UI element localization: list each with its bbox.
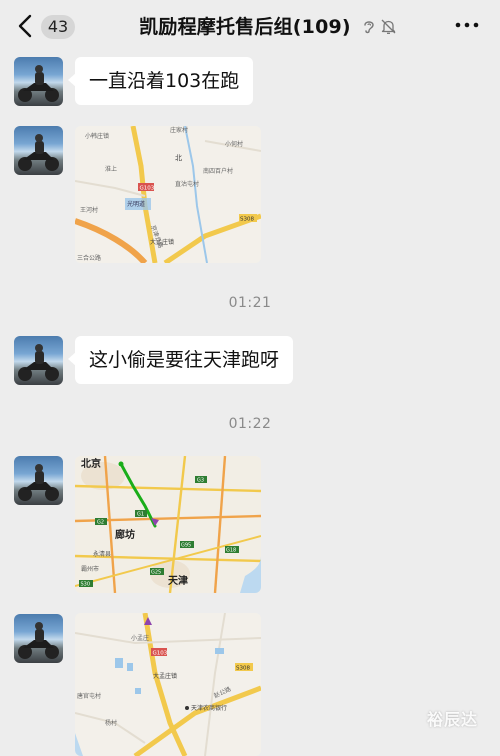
- map-label: 小何村: [225, 140, 243, 148]
- chat-title: 凯励程摩托售后组(109): [139, 16, 351, 38]
- chevron-left-icon[interactable]: [14, 13, 38, 39]
- map-label: 大孟庄镇: [153, 672, 177, 680]
- map-label: G18: [226, 548, 236, 554]
- message-text: 一直沿着103在跑: [89, 70, 240, 92]
- map-message[interactable]: 小孟庄 S308 G103 大孟庄镇 唐官屯村 杨村 天津农商银行 赵公路: [75, 613, 261, 756]
- more-dots-icon[interactable]: [455, 20, 479, 30]
- watermark: 裕辰达: [427, 710, 479, 729]
- message-bubble[interactable]: 这小偷是要往天津跑呀: [67, 336, 294, 384]
- map-message[interactable]: 小韩庄镇 庄家村 小何村 淮上 北 南四百户村 直沽屯村 G103 S308 大…: [75, 126, 261, 263]
- bell-muted-icon: [381, 19, 396, 34]
- ear-icon: [364, 21, 374, 34]
- map-label: 唐官屯村: [77, 692, 101, 700]
- map-label: G103: [153, 651, 168, 657]
- map-label: G3: [197, 478, 204, 484]
- avatar[interactable]: [14, 336, 63, 385]
- map-label: 光明道: [127, 200, 145, 208]
- map-label: S30: [81, 582, 91, 588]
- map-label: 小孟庄: [131, 634, 149, 642]
- map-label: 霸州市: [81, 565, 99, 573]
- map-label: G103: [140, 186, 155, 192]
- map-label: 南四百户村: [203, 167, 233, 175]
- map-label: 天津农商银行: [191, 704, 227, 712]
- chat-header: 43 凯励程摩托售后组(109): [0, 0, 500, 52]
- message-text: 这小偷是要往天津跑呀: [89, 349, 280, 371]
- map-label: G95: [181, 543, 191, 549]
- map-label: 王河村: [80, 206, 98, 214]
- map-label: 天津: [168, 574, 188, 587]
- map-message[interactable]: 北京 廊坊 天津 G1 G2 G3 G18 G25 S30 G95 永清县 霸州…: [75, 456, 261, 593]
- avatar[interactable]: [14, 456, 63, 505]
- timestamp: 01:22: [228, 416, 272, 432]
- message-bubble[interactable]: 一直沿着103在跑: [67, 57, 254, 105]
- map-label: 庄家村: [170, 126, 188, 134]
- timestamp: 01:21: [228, 295, 272, 311]
- avatar[interactable]: [14, 57, 63, 106]
- map-label: 直沽屯村: [175, 180, 199, 188]
- map-label: G2: [97, 520, 104, 526]
- map-label: 小韩庄镇: [85, 132, 109, 140]
- map-label: 杨村: [105, 719, 117, 727]
- map-label: S308: [240, 217, 254, 223]
- map-label: 永清县: [93, 550, 111, 558]
- map-label: 北: [175, 154, 182, 162]
- unread-count-badge[interactable]: 43: [41, 15, 75, 39]
- map-label: 北京: [81, 457, 101, 470]
- map-label: G1: [137, 512, 144, 518]
- map-label: 淮上: [105, 165, 117, 173]
- map-label: G25: [151, 570, 161, 576]
- map-label: S308: [236, 666, 250, 672]
- avatar[interactable]: [14, 126, 63, 175]
- map-label: 廊坊: [115, 528, 135, 541]
- map-label: 三合公路: [77, 254, 101, 262]
- avatar[interactable]: [14, 614, 63, 663]
